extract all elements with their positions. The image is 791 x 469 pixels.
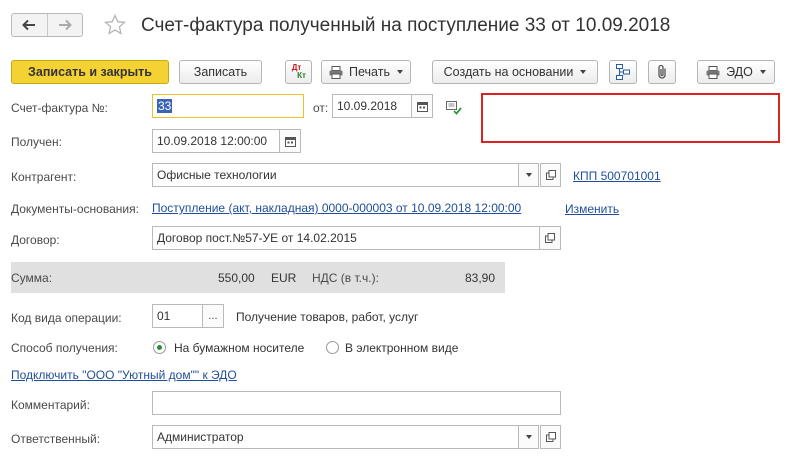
contract-field[interactable]: Договор пост.№57-УЕ от 14.02.2015 [152, 226, 540, 250]
edo-button[interactable]: ЭДО [697, 60, 775, 84]
chevron-down-icon [525, 173, 532, 177]
change-link[interactable]: Изменить [565, 201, 619, 217]
comment-label: Комментарий: [11, 398, 90, 412]
open-window-icon [545, 233, 555, 243]
counterparty-value: Офисные технологии [157, 168, 277, 182]
operation-code-value: 01 [157, 309, 171, 323]
receipt-paper-radio[interactable] [153, 341, 166, 354]
chevron-down-icon [525, 435, 532, 439]
kpp-link[interactable]: КПП 500701001 [573, 168, 661, 184]
vat-value: 83,90 [465, 271, 496, 285]
totals-bar [11, 262, 505, 293]
create-based-on-label: Создать на основании [443, 65, 574, 79]
receipt-paper-label[interactable]: На бумажном носителе [174, 340, 304, 356]
kt-label: Кт [297, 71, 306, 80]
arrow-left-icon [22, 19, 36, 31]
favorite-star-icon[interactable] [103, 13, 127, 37]
responsible-value: Администратор [157, 430, 244, 444]
page-title: Счет-фактура полученный на поступление 3… [141, 15, 671, 36]
comment-field[interactable] [152, 391, 561, 415]
printer-icon [329, 65, 343, 79]
paperclip-icon [658, 64, 666, 79]
attach-button[interactable] [648, 60, 676, 84]
document-structure-icon [616, 64, 630, 80]
counterparty-dropdown-button[interactable] [518, 163, 539, 187]
responsible-field[interactable]: Администратор [152, 425, 519, 449]
received-label: Получен: [11, 135, 62, 149]
arrow-right-icon [58, 19, 72, 31]
currency-label: EUR [271, 271, 297, 285]
save-button[interactable]: Записать [179, 60, 262, 84]
responsible-dropdown-button[interactable] [518, 425, 539, 449]
receipt-electronic-radio[interactable] [326, 341, 339, 354]
contract-label: Договор: [11, 233, 60, 247]
operation-code-field[interactable]: 01 [152, 304, 203, 328]
print-label: Печать [349, 65, 390, 79]
chevron-down-icon [759, 70, 766, 74]
receipt-method-label: Способ получения: [11, 341, 118, 355]
contract-open-button[interactable] [539, 226, 561, 250]
received-datetime-value: 10.09.2018 12:00:00 [157, 134, 268, 148]
calendar-icon [284, 136, 296, 147]
sum-value: 550,00 [218, 271, 255, 285]
counterparty-open-button[interactable] [540, 163, 561, 187]
responsible-open-button[interactable] [540, 425, 561, 449]
contract-value: Договор пост.№57-УЕ от 14.02.2015 [157, 231, 357, 245]
counterparty-label: Контрагент: [11, 170, 77, 184]
open-window-icon [545, 170, 556, 180]
invoice-number-value: 33 [157, 99, 173, 113]
print-button[interactable]: Печать [321, 60, 411, 84]
invoice-date-field[interactable]: 10.09.2018 [332, 94, 412, 118]
received-datetime-field[interactable]: 10.09.2018 12:00:00 [152, 129, 280, 153]
navigation-buttons [11, 13, 83, 37]
invoice-date-value: 10.09.2018 [337, 99, 398, 113]
receipt-electronic-label[interactable]: В электронном виде [345, 340, 458, 356]
responsible-label: Ответственный: [11, 432, 101, 446]
invoice-number-field[interactable]: 33 [152, 94, 304, 118]
connect-edo-link[interactable]: Подключить "ООО "Уютный дом"" к ЭДО [11, 367, 237, 383]
structure-button[interactable] [609, 60, 637, 84]
vat-label: НДС (в т.ч.): [312, 271, 379, 285]
save-and-close-button[interactable]: Записать и закрыть [11, 60, 169, 84]
create-based-on-button[interactable]: Создать на основании [432, 60, 598, 84]
status-check-icon[interactable] [446, 101, 462, 115]
base-documents-label: Документы-основания: [11, 202, 139, 216]
operation-code-label: Код вида операции: [11, 311, 122, 325]
edo-label: ЭДО [726, 65, 753, 79]
invoice-date-calendar-button[interactable] [411, 94, 433, 118]
calendar-icon [416, 101, 428, 112]
from-label: от: [313, 101, 329, 115]
open-window-icon [545, 432, 556, 442]
counterparty-field[interactable]: Офисные технологии [152, 163, 519, 187]
edo-printer-icon [706, 65, 720, 79]
back-button[interactable] [12, 14, 47, 36]
forward-button[interactable] [46, 14, 82, 36]
sum-label: Сумма: [11, 271, 53, 285]
chevron-down-icon [396, 70, 403, 74]
highlight-box [481, 93, 780, 143]
operation-code-select-button[interactable]: ... [202, 304, 224, 328]
invoice-number-label: Счет-фактура №: [11, 101, 108, 115]
chevron-down-icon [580, 70, 587, 74]
operation-code-description: Получение товаров, работ, услуг [236, 310, 419, 324]
dt-kt-button[interactable]: Дт Кт [285, 60, 312, 84]
base-document-link[interactable]: Поступление (акт, накладная) 0000-000003… [152, 200, 521, 216]
received-calendar-button[interactable] [279, 129, 301, 153]
